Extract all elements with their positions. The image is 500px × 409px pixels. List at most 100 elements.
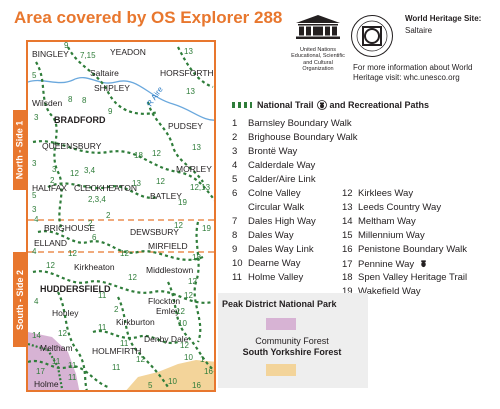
route-number: 4 <box>34 215 39 224</box>
peak-district-label: Peak District National Park <box>222 299 337 309</box>
place-queensbury: QUEENSBURY <box>42 141 102 151</box>
route-number: 12 <box>156 177 165 186</box>
place-shipley: SHIPLEY <box>94 83 130 93</box>
route-item: 13 Leeds Country Way <box>342 202 442 213</box>
route-number: 12 <box>184 291 193 300</box>
route-number: 8 <box>68 95 73 104</box>
trail-dash-icon <box>232 102 252 108</box>
route-number: 6 <box>92 233 97 242</box>
route-item: Circular Walk <box>248 202 305 213</box>
route-number: 14 <box>32 331 41 340</box>
place-middlestown: Middlestown <box>146 265 194 275</box>
route-number: 12 <box>180 341 189 350</box>
route-list: 1 Barnsley Boundary Walk 2 Brighouse Bound… <box>232 118 492 297</box>
route-number: 11 <box>52 357 61 366</box>
place-bradford: BRADFORD <box>54 115 106 125</box>
place-bingley: BINGLEY <box>32 49 69 59</box>
route-item: 11 Holme Valley <box>232 272 304 283</box>
south-yorkshire-forest-text: South Yorkshire Forest <box>242 346 342 357</box>
route-number: 8 <box>82 96 87 105</box>
peak-district-swatch <box>266 318 296 330</box>
side-tab-north[interactable]: North - Side 1 <box>13 110 26 190</box>
legend-heading-rest: and Recreational Paths <box>329 100 430 110</box>
route-number: 4 <box>32 247 37 256</box>
route-number: 2 <box>88 219 93 228</box>
place-horsforth: HORSFORTH <box>160 68 214 78</box>
route-item: 10 Dearne Way <box>232 258 301 269</box>
route-number: 10 <box>168 377 177 386</box>
acorn-icon <box>316 100 327 110</box>
route-number: 1 <box>200 355 205 364</box>
route-number: 2,3,4 <box>88 195 106 204</box>
route-number: 2 <box>114 305 119 314</box>
route-number: 3 <box>34 113 39 122</box>
south-yorkshire-forest-area <box>126 360 214 390</box>
route-number: 9 <box>108 107 113 116</box>
place-elland: ELLAND <box>34 238 68 248</box>
route-item: 15 Millennium Way <box>342 230 425 241</box>
route-number: 12 <box>70 169 79 178</box>
route-number: 16 <box>204 367 213 376</box>
unesco-logo: United Nations Educational, Scientific a… <box>288 14 348 72</box>
legend-heading: National Trail and Recreational Paths <box>232 100 429 110</box>
route-number: 5 <box>32 191 37 200</box>
community-forest-text: Community Forest <box>255 336 329 346</box>
route-item: 9 Dales Way Link <box>232 244 314 255</box>
side-tab-south[interactable]: South - Side 2 <box>13 252 26 347</box>
route-number: 2 <box>106 211 111 220</box>
side-tab-north-label: North - Side 1 <box>14 120 25 180</box>
route-number: 12 <box>58 329 67 338</box>
place-meltham: Meltham <box>40 343 73 353</box>
route-item: 16 Penistone Boundary Walk <box>342 244 467 255</box>
place-holme: Holme <box>34 379 59 389</box>
route-number: 3 <box>52 165 57 174</box>
route-number: 12 <box>120 249 129 258</box>
legend-heading-label: National Trail <box>257 100 314 110</box>
place-mirfield: MIRFIELD <box>148 241 188 251</box>
community-forest-label: Community Forest South Yorkshire Forest <box>222 336 362 358</box>
route-number: 11 <box>120 339 129 348</box>
route-item: 5 Calder/Aire Link <box>232 174 316 185</box>
route-number: 10 <box>184 353 193 362</box>
place-cleckheaton: CLECKHEATON <box>74 183 137 193</box>
page-title: Area covered by OS Explorer 288 <box>14 8 283 27</box>
place-morley: MORLEY <box>176 164 212 174</box>
place-honley: Honley <box>52 308 79 318</box>
route-item: 12 Kirklees Way <box>342 188 414 199</box>
whs-name: Saltaire <box>405 26 433 35</box>
route-number: 13 <box>132 179 141 188</box>
route-item: 18 Spen Valley Heritage Trail <box>342 272 468 283</box>
coverage-map: BINGLEY YEADON Saltaire SHIPLEY HORSFORT… <box>26 40 216 392</box>
route-item: 3 Brontë Way <box>232 146 298 157</box>
place-holmfirth: HOLMFIRTH <box>92 346 142 356</box>
route-number: 16 <box>192 381 201 390</box>
south-yorkshire-forest-swatch <box>266 364 296 376</box>
route-number: 18 <box>192 253 201 262</box>
route-item: 2 Brighouse Boundary Walk <box>232 132 358 143</box>
place-wilsden: Wilsden <box>32 98 63 108</box>
route-item: 1 Barnsley Boundary Walk <box>232 118 352 129</box>
route-number: 7,15 <box>80 51 96 60</box>
route-number: 11 <box>98 291 107 300</box>
route-number: 12,13 <box>190 183 211 192</box>
route-number: 3 <box>32 159 37 168</box>
route-number: 12 <box>46 261 55 270</box>
acorn-icon <box>421 260 426 268</box>
route-number: 5 <box>32 71 37 80</box>
route-item: 14 Meltham Way <box>342 216 416 227</box>
place-saltaire: Saltaire <box>90 68 119 78</box>
place-yeadon: YEADON <box>110 47 146 57</box>
place-kirkheaton: Kirkheaton <box>74 262 115 272</box>
route-item: 7 Dales High Way <box>232 216 316 227</box>
route-number: 3 <box>32 205 37 214</box>
place-pudsey: PUDSEY <box>168 121 203 131</box>
route-number: 2 <box>50 176 55 185</box>
place-kirkburton: Kirkburton <box>116 317 155 327</box>
route-number: 19 <box>202 224 211 233</box>
route-number: 11 <box>98 323 107 332</box>
place-flockton: Flockton <box>148 296 181 306</box>
route-number: 11 <box>68 373 77 382</box>
route-number: 10 <box>178 319 187 328</box>
route-item: 8 Dales Way <box>232 230 294 241</box>
side-tab-south-label: South - Side 2 <box>14 269 25 330</box>
